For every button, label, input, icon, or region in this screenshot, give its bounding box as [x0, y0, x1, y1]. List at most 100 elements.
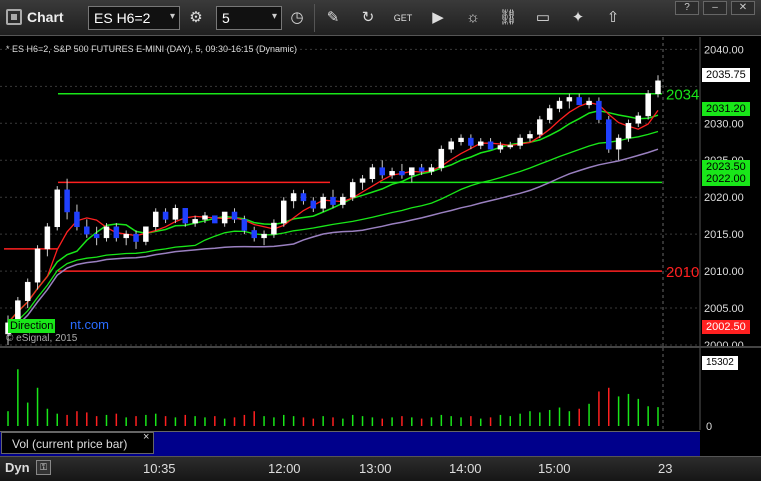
candle-body: [428, 167, 435, 172]
candle-body: [556, 100, 563, 109]
candle-body: [290, 193, 297, 202]
candle-body: [281, 200, 287, 224]
chart-toolbar: Chart ES H6=2 ▾ ⚙ 5 ▾ ◷ ✎ ↻ GET ▶ ☼ ⛓ ▭ …: [0, 0, 761, 36]
low-price-tag: 2002.50: [702, 320, 750, 334]
refresh-icon[interactable]: ↻: [357, 7, 379, 29]
candle-body: [172, 208, 179, 220]
symbol-input[interactable]: ES H6=2 ▾: [88, 6, 180, 30]
candle-body: [212, 215, 218, 224]
candle-body: [251, 230, 257, 239]
red-ma-line: [7, 101, 659, 324]
close-icon[interactable]: ×: [143, 431, 149, 443]
candle-body: [271, 222, 277, 235]
window-buttons: ? – ✕: [675, 1, 755, 15]
candle-body: [221, 211, 228, 224]
close-icon[interactable]: ✕: [731, 1, 755, 15]
candle-body: [615, 137, 622, 150]
candle-body: [448, 141, 454, 150]
ma-price-tag: 2031.20: [702, 102, 750, 116]
clock-icon[interactable]: ◷: [286, 7, 308, 29]
interval-settings-icon[interactable]: ⚙: [185, 7, 207, 29]
candle-body: [162, 211, 169, 220]
candle-body: [123, 233, 129, 239]
candle-body: [340, 196, 346, 205]
time-tick: 23: [658, 461, 673, 476]
link-icon[interactable]: ⛓: [497, 7, 519, 29]
price-axis-label: 2040.00: [704, 44, 744, 56]
candle-body: [103, 226, 110, 239]
candle-body: [261, 233, 267, 239]
candle-body: [527, 134, 533, 139]
candle-body: [399, 171, 405, 176]
candle-body: [330, 196, 336, 205]
axis-corner: [700, 431, 761, 456]
lock-icon[interactable]: ⚿: [36, 460, 51, 475]
twitter-icon[interactable]: ✦: [567, 7, 589, 29]
candle-body: [487, 141, 494, 150]
chat-icon[interactable]: ▭: [532, 7, 554, 29]
minimize-icon[interactable]: –: [703, 1, 727, 15]
candle-body: [152, 211, 159, 228]
symbol-value: ES H6=2: [94, 10, 151, 26]
candle-body: [182, 208, 189, 224]
time-tick: 15:00: [538, 461, 571, 476]
interval-value: 5: [222, 10, 230, 26]
volume-chart[interactable]: 500000: [0, 348, 761, 430]
candle-body: [320, 196, 326, 209]
share-icon[interactable]: ⇧: [602, 7, 624, 29]
pencil-icon[interactable]: ✎: [322, 7, 344, 29]
price-axis-label: 2030.00: [704, 118, 744, 130]
price-axis-label: 2010.00: [704, 266, 744, 278]
candle-body: [409, 167, 415, 176]
price-axis-label: 2020.00: [704, 192, 744, 204]
candle-body: [74, 211, 80, 228]
chart-app-icon: [6, 9, 22, 25]
interval-input[interactable]: 5 ▾: [216, 6, 282, 30]
volume-current-tag: 15302: [702, 356, 738, 370]
candle-body: [54, 189, 60, 228]
price-axis-label: 2015.00: [704, 229, 744, 241]
settings-icon[interactable]: ☼: [462, 7, 484, 29]
volume-axis-label: 0: [706, 421, 712, 430]
candle-body: [566, 97, 573, 102]
candle-body: [468, 137, 474, 146]
candle-body: [596, 100, 602, 120]
chevron-down-icon[interactable]: ▾: [170, 11, 175, 22]
candle-body: [389, 171, 395, 176]
price-chart[interactable]: 2040.002030.002025.002020.002015.002010.…: [0, 37, 761, 347]
candle-body: [576, 97, 582, 106]
candle-body: [202, 215, 208, 220]
candle-body: [438, 148, 445, 168]
candle-body: [477, 141, 484, 146]
candle-body: [497, 145, 504, 150]
candle-body: [93, 233, 100, 239]
candle-body: [300, 193, 307, 202]
candle-body: [349, 182, 356, 198]
level-b-price-tag: 2022.00: [702, 172, 750, 186]
candle-body: [517, 137, 523, 146]
candle-body: [133, 233, 139, 242]
candle-body: [44, 226, 51, 250]
candle-body: [24, 281, 31, 301]
candle-body: [310, 200, 317, 209]
candle-body: [606, 119, 612, 150]
candle-body: [369, 167, 376, 179]
candle-body: [143, 226, 149, 242]
toolbar-divider: [314, 4, 315, 32]
time-tick: 12:00: [268, 461, 301, 476]
candle-body: [537, 119, 543, 135]
candle-body: [507, 145, 514, 148]
direction-link[interactable]: nt.com: [70, 317, 109, 332]
help-icon[interactable]: ?: [675, 1, 699, 15]
volume-legend: Vol (current price bar): [1, 432, 154, 454]
get-data-icon[interactable]: GET: [392, 7, 414, 29]
play-icon[interactable]: ▶: [427, 7, 449, 29]
candle-body: [625, 123, 632, 139]
time-tick: 14:00: [449, 461, 482, 476]
direction-badge: Direction: [8, 319, 56, 333]
chart-description: * ES H6=2, S&P 500 FUTURES E-MINI (DAY),…: [6, 44, 298, 54]
candle-body: [34, 248, 41, 283]
watermark: © eSignal, 2015: [6, 333, 78, 344]
dynamic-label[interactable]: Dyn: [5, 460, 30, 475]
chevron-down-icon[interactable]: ▾: [272, 11, 277, 22]
